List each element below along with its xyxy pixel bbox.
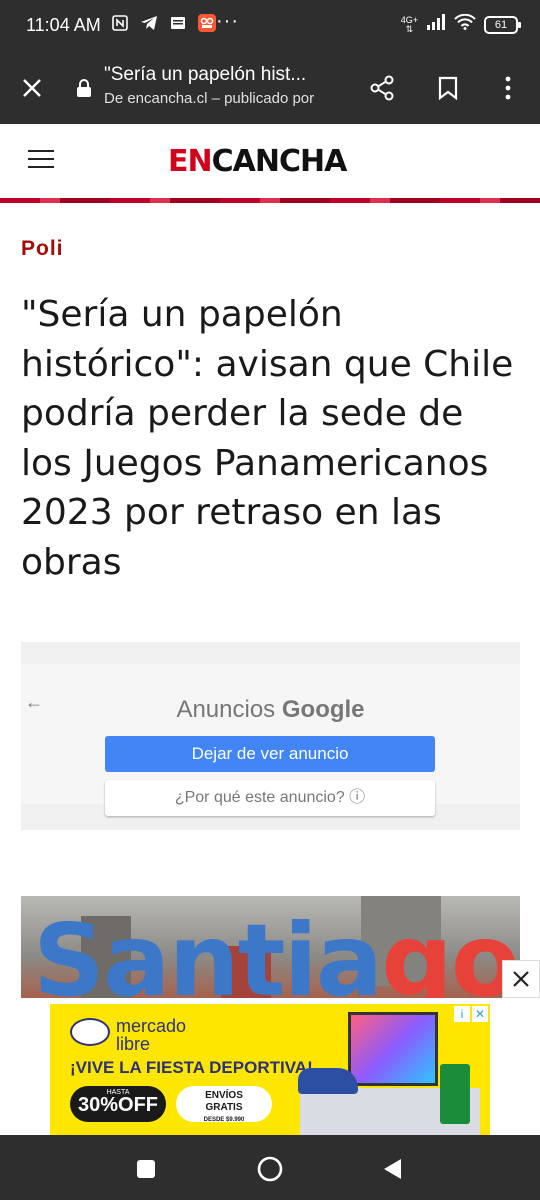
mercadolibre-banner[interactable]: mercado libre ¡VIVE LA FIESTA DEPORTIVA!… xyxy=(50,1004,490,1135)
bookmark-button[interactable] xyxy=(424,64,472,112)
hero-sign-text: Santiago xyxy=(33,902,520,1006)
shipping-line3: DESDE $9.990 xyxy=(203,1117,245,1123)
ad-panel: ← Anuncios Google Dejar de ver anuncio ¿… xyxy=(21,664,520,816)
page-title[interactable]: "Sería un papelón hist... xyxy=(104,64,306,86)
lock-icon xyxy=(76,78,92,103)
share-button[interactable] xyxy=(358,64,406,112)
header-accent-strip xyxy=(0,198,540,203)
battery-icon: 61 xyxy=(484,15,521,34)
handshake-logo-icon xyxy=(70,1018,110,1046)
site-logo[interactable]: ENCANCHA xyxy=(168,144,348,179)
telegram-icon xyxy=(140,15,158,36)
close-ad-button[interactable] xyxy=(502,960,540,998)
milo-product-image xyxy=(440,1064,470,1124)
status-bar: 11:04 AM ··· 4G+ ⇅ 61 xyxy=(0,0,540,52)
shipping-line2: GRATIS xyxy=(205,1102,243,1113)
status-time: 11:04 AM xyxy=(26,15,101,35)
news-icon xyxy=(170,15,186,36)
stop-ad-button[interactable]: Dejar de ver anuncio xyxy=(105,736,435,772)
menu-button[interactable] xyxy=(484,64,532,112)
wifi-icon xyxy=(454,13,476,35)
system-nav-bar xyxy=(0,1135,540,1200)
shipping-line1: ENVÍOS xyxy=(205,1090,243,1101)
browser-toolbar: "Sería un papelón hist... De encancha.cl… xyxy=(0,52,540,124)
article-category[interactable]: Poli xyxy=(21,237,64,261)
ad-title-prefix: Anuncios xyxy=(176,696,276,723)
google-ad-container: ← Anuncios Google Dejar de ver anuncio ¿… xyxy=(21,642,520,830)
recents-icon xyxy=(137,1160,155,1178)
notification-icons xyxy=(112,14,216,37)
more-vert-icon xyxy=(505,76,511,100)
bottom-banner-ad: mercado libre ¡VIVE LA FIESTA DEPORTIVA!… xyxy=(0,998,540,1135)
signal-icon xyxy=(426,14,446,35)
share-icon xyxy=(370,75,394,101)
adchoices-icon[interactable]: i ✕ xyxy=(454,1006,488,1022)
home-button[interactable] xyxy=(250,1149,290,1189)
hamburger-menu-icon[interactable] xyxy=(28,150,54,172)
back-icon xyxy=(384,1159,401,1179)
article-hero-image: Santiago xyxy=(21,896,520,1006)
home-icon xyxy=(257,1156,283,1182)
status-right: 4G+ ⇅ 61 xyxy=(400,13,521,35)
nfc-icon xyxy=(112,15,128,36)
close-icon xyxy=(513,971,529,987)
banner-brand-line2: libre xyxy=(116,1034,151,1054)
overflow-dots: ··· xyxy=(216,10,239,32)
ad-title: Anuncios Google xyxy=(21,696,520,724)
network-indicator: 4G+ ⇅ xyxy=(400,14,418,34)
app-icon xyxy=(198,14,216,37)
banner-promo: ¡VIVE LA FIESTA DEPORTIVA! xyxy=(70,1058,313,1077)
discount-value: 30%OFF xyxy=(77,1094,159,1116)
why-this-ad-button[interactable]: ¿Por qué este anuncio? ⓘ xyxy=(105,780,435,816)
shipping-pill: ENVÍOS GRATIS DESDE $9.990 xyxy=(176,1086,272,1123)
logo-cancha: CANCHA xyxy=(211,144,348,179)
tv-product-image xyxy=(348,1012,438,1086)
page-url[interactable]: De encancha.cl – publicado por xyxy=(104,90,314,107)
close-tab-button[interactable] xyxy=(8,64,56,112)
bookmark-icon xyxy=(438,76,458,100)
logo-en: EN xyxy=(168,144,213,179)
shoe-product-image xyxy=(298,1068,358,1094)
discount-pill: HASTA 30%OFF xyxy=(70,1086,166,1122)
site-header: ENCANCHA xyxy=(0,124,540,202)
ad-title-brand: Google xyxy=(281,696,365,723)
close-icon xyxy=(23,79,41,97)
back-button[interactable] xyxy=(372,1149,412,1189)
article-headline: "Sería un papelón histórico": avisan que… xyxy=(21,294,514,583)
recents-button[interactable] xyxy=(126,1149,166,1189)
